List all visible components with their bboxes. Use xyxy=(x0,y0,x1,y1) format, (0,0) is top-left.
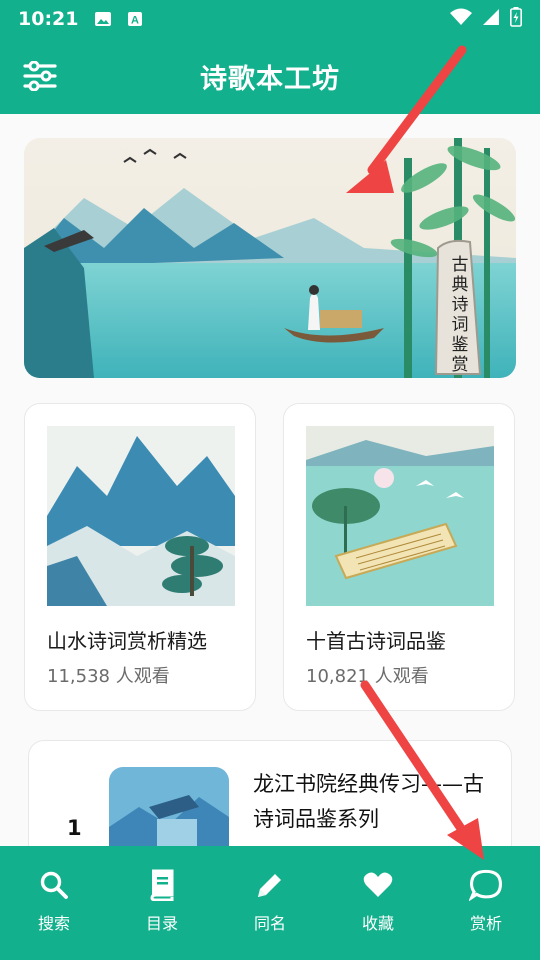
svg-text:鉴: 鉴 xyxy=(452,335,469,355)
content-area: 古 典 诗 词 鉴 赏 山水诗词赏析精选 11,538 人观看 十首古诗词品鉴 … xyxy=(0,114,540,846)
nav-item-favorites[interactable]: 收藏 xyxy=(324,846,432,960)
search-icon xyxy=(37,868,71,902)
svg-text:典: 典 xyxy=(452,275,469,295)
card-thumbnail xyxy=(47,426,235,606)
signal-icon xyxy=(482,8,500,30)
svg-text:古: 古 xyxy=(452,255,469,275)
sliders-icon[interactable] xyxy=(20,56,60,96)
nav-item-catalog[interactable]: 目录 xyxy=(108,846,216,960)
nav-label: 同名 xyxy=(253,914,286,933)
rank-number: 1 xyxy=(67,816,82,840)
nav-item-appreciate[interactable]: 赏析 xyxy=(432,846,540,960)
book-icon xyxy=(145,868,179,902)
list-title: 龙江书院经典传习——古诗词品鉴系列 xyxy=(253,772,484,831)
svg-text:词: 词 xyxy=(452,315,469,335)
list-item[interactable]: 1 龙江书院经典传习——古诗词品鉴系列 xyxy=(28,740,512,846)
heart-icon xyxy=(361,868,395,902)
image-icon xyxy=(94,11,112,27)
pencil-icon xyxy=(253,868,287,902)
svg-text:诗: 诗 xyxy=(452,295,469,315)
card-views: 11,538 人观看 xyxy=(47,666,170,687)
nav-label: 收藏 xyxy=(361,914,394,933)
nav-item-search[interactable]: 搜索 xyxy=(0,846,108,960)
card-title: 山水诗词赏析精选 xyxy=(47,629,207,653)
svg-text:赏: 赏 xyxy=(452,355,469,375)
wifi-icon xyxy=(450,8,472,30)
a-letter-icon: A xyxy=(126,11,144,27)
card-shanshui[interactable]: 山水诗词赏析精选 11,538 人观看 xyxy=(24,403,256,711)
nav-label: 搜索 xyxy=(37,914,70,933)
status-time: 10:21 xyxy=(18,8,79,30)
card-shishou[interactable]: 十首古诗词品鉴 10,821 人观看 xyxy=(283,403,515,711)
card-title: 十首古诗词品鉴 xyxy=(306,629,446,653)
card-views: 10,821 人观看 xyxy=(306,666,429,687)
bottom-nav: 搜索 目录 同名 收藏 赏析 xyxy=(0,846,540,960)
page-title: 诗歌本工坊 xyxy=(200,63,340,95)
list-thumbnail xyxy=(109,767,229,846)
banner[interactable]: 古 典 诗 词 鉴 赏 xyxy=(24,138,516,378)
nav-item-samename[interactable]: 同名 xyxy=(216,846,324,960)
battery-icon xyxy=(510,7,522,31)
banner-image: 古 典 诗 词 鉴 赏 xyxy=(24,138,516,378)
nav-label: 目录 xyxy=(145,914,178,933)
app-bar: 诗歌本工坊 xyxy=(0,38,540,114)
card-thumbnail xyxy=(306,426,494,606)
svg-text:A: A xyxy=(132,15,140,27)
nav-label: 赏析 xyxy=(469,914,502,933)
chat-bubble-icon xyxy=(469,868,503,902)
status-bar: 10:21 A xyxy=(0,0,540,38)
